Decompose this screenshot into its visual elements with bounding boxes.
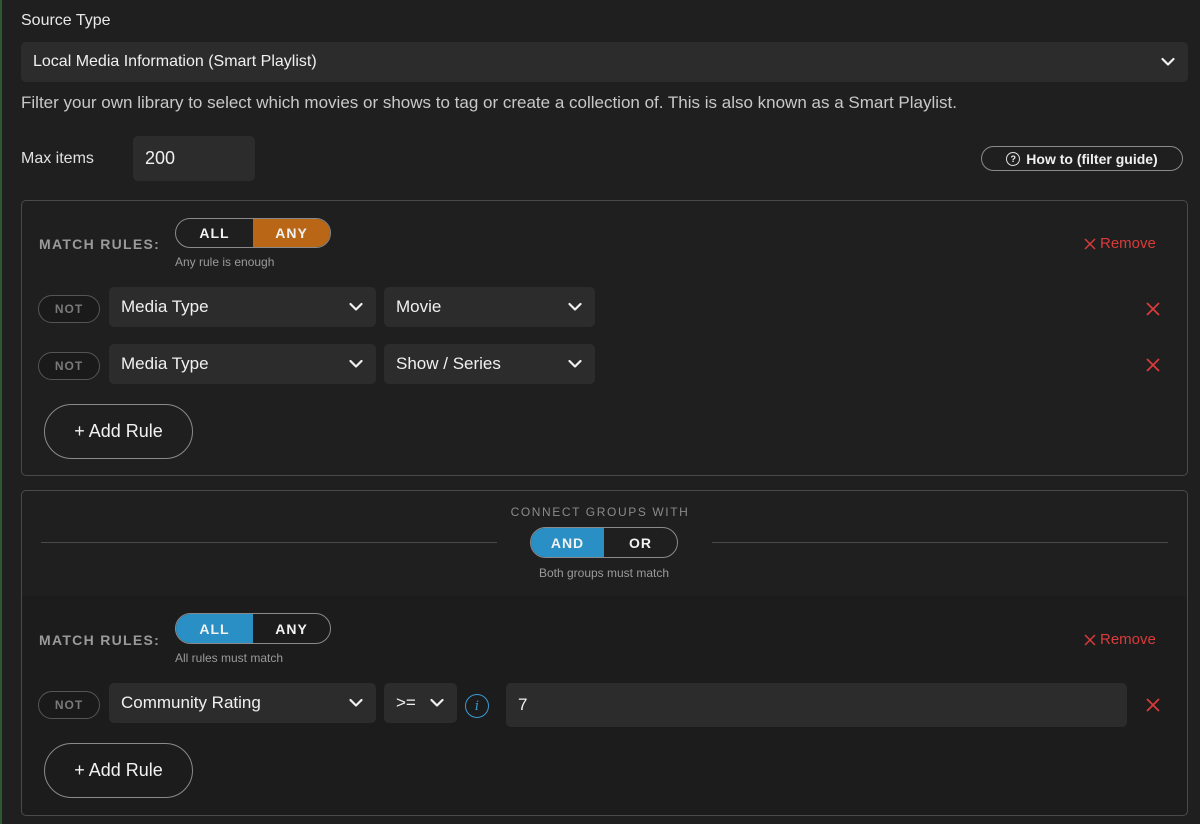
remove-group-label: Remove [1100, 631, 1156, 648]
left-edge-accent [0, 0, 2, 824]
chevron-down-icon [348, 356, 364, 372]
match-rules-label: MATCH RULES: [39, 632, 161, 648]
rule-value-select[interactable]: Show / Series [384, 344, 595, 384]
match-any-option[interactable]: ANY [253, 614, 330, 643]
chevron-down-icon [348, 695, 364, 711]
match-mode-hint: Any rule is enough [175, 255, 275, 269]
rule-field-select[interactable]: Community Rating [109, 683, 376, 723]
close-icon [1084, 237, 1096, 250]
connect-or-option[interactable]: OR [604, 528, 677, 557]
question-circle-icon: ? [1006, 151, 1021, 166]
add-rule-button[interactable]: + Add Rule [44, 743, 193, 798]
rule-value-select[interactable]: Movie [384, 287, 595, 327]
match-any-option[interactable]: ANY [253, 219, 330, 247]
chevron-down-icon [1160, 54, 1176, 70]
filter-guide-label: How to (filter guide) [1026, 150, 1158, 167]
delete-rule-icon[interactable] [1145, 301, 1161, 317]
not-toggle[interactable]: NOT [38, 352, 100, 380]
match-all-option[interactable]: ALL [176, 219, 253, 247]
connect-mode-toggle[interactable]: AND OR [530, 527, 678, 558]
match-rules-label: MATCH RULES: [39, 236, 161, 252]
chevron-down-icon [348, 299, 364, 315]
rule-value-text: Show / Series [396, 354, 501, 373]
source-type-label: Source Type [21, 12, 111, 29]
chevron-down-icon [429, 695, 445, 711]
divider [41, 542, 497, 543]
rule-field-value: Community Rating [121, 693, 261, 712]
rule-field-select[interactable]: Media Type [109, 287, 376, 327]
info-icon[interactable]: i [465, 694, 489, 718]
match-mode-toggle[interactable]: ALL ANY [175, 218, 331, 248]
remove-group-button[interactable]: Remove [1084, 235, 1156, 252]
chevron-down-icon [567, 299, 583, 315]
rule-value-input[interactable]: 7 [506, 683, 1127, 727]
divider [712, 542, 1168, 543]
rule-field-select[interactable]: Media Type [109, 344, 376, 384]
remove-group-label: Remove [1100, 235, 1156, 252]
not-toggle[interactable]: NOT [38, 691, 100, 719]
chevron-down-icon [567, 356, 583, 372]
connect-groups-title: CONNECT GROUPS WITH [510, 505, 690, 519]
max-items-label: Max items [21, 150, 94, 167]
rule-operator-select[interactable]: >= [384, 683, 457, 723]
match-mode-toggle[interactable]: ALL ANY [175, 613, 331, 644]
rule-field-value: Media Type [121, 297, 209, 316]
filter-guide-button[interactable]: ? How to (filter guide) [981, 146, 1183, 171]
close-icon [1084, 633, 1096, 646]
remove-group-button[interactable]: Remove [1084, 631, 1156, 648]
source-description: Filter your own library to select which … [21, 93, 958, 112]
delete-rule-icon[interactable] [1145, 697, 1161, 713]
match-mode-hint: All rules must match [175, 651, 284, 665]
source-type-select[interactable]: Local Media Information (Smart Playlist) [21, 42, 1188, 82]
rule-field-value: Media Type [121, 354, 209, 373]
delete-rule-icon[interactable] [1145, 357, 1161, 373]
not-toggle[interactable]: NOT [38, 295, 100, 323]
connect-mode-hint: Both groups must match [538, 566, 670, 580]
rule-value-text: Movie [396, 297, 442, 316]
add-rule-button[interactable]: + Add Rule [44, 404, 193, 459]
rule-operator-value: >= [396, 693, 416, 712]
source-type-value: Local Media Information (Smart Playlist) [33, 53, 317, 70]
max-items-input[interactable]: 200 [133, 136, 255, 181]
connect-and-option[interactable]: AND [531, 528, 604, 557]
match-all-option[interactable]: ALL [176, 614, 253, 643]
